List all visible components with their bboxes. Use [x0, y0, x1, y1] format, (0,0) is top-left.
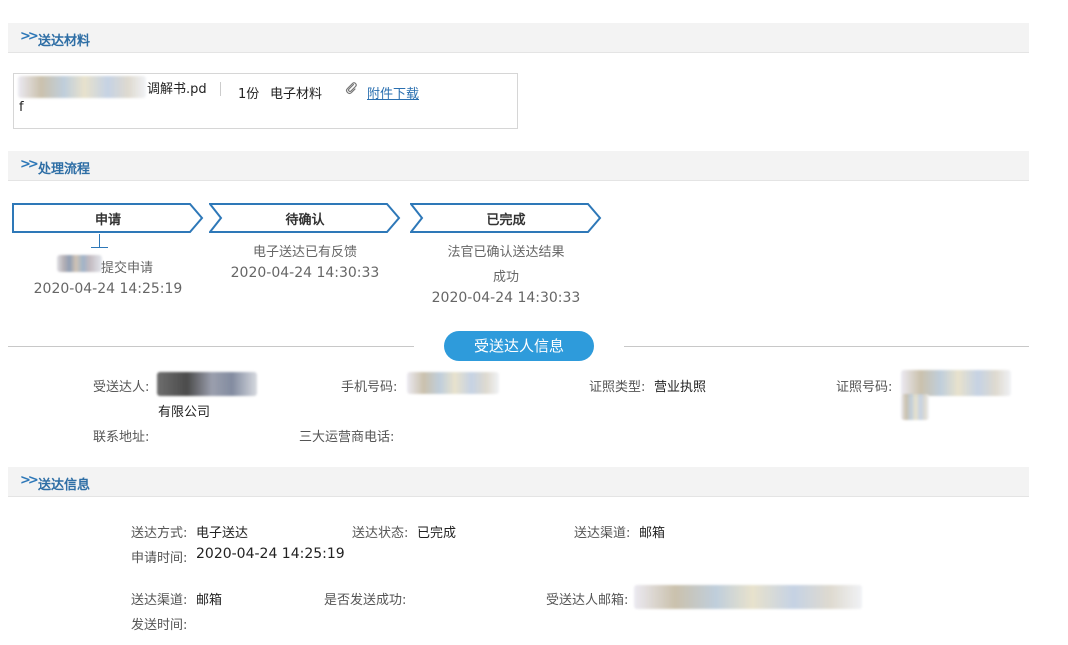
attachment-filename-wrap: f	[19, 100, 24, 115]
send-time-label: 发送时间:	[131, 618, 188, 633]
attachment-download-link[interactable]: 附件下载	[367, 83, 419, 102]
recipient-info-tab[interactable]: 受送达人信息	[444, 331, 594, 361]
attachment-box: 调解书.pd f 1份 电子材料 附件下载	[13, 73, 518, 129]
step-connector-cap	[91, 247, 108, 248]
delivery-channel-value: 邮箱	[639, 526, 666, 541]
phone-label: 手机号码:	[341, 380, 398, 395]
recipient-name-label: 受送达人:	[93, 380, 150, 395]
delivery-status-label: 送达状态:	[352, 526, 409, 541]
step-desc: 电子送达已有反馈	[252, 245, 357, 260]
attachment-type: 电子材料	[270, 87, 323, 102]
delivery-method-label: 送达方式:	[131, 526, 188, 541]
apply-time-value: 2020-04-24 14:25:19	[196, 546, 345, 562]
section-title: 送达材料	[38, 34, 91, 49]
step-label: 申请	[94, 213, 121, 228]
process-step-done: 已完成	[410, 203, 602, 233]
redacted-email	[634, 585, 862, 609]
chevron-double-right-icon: >>	[20, 473, 39, 488]
step-connector	[99, 234, 100, 248]
redacted-recipient-name	[157, 372, 257, 396]
step-label: 待确认	[285, 213, 325, 228]
attachment-filename: 调解书.pd	[147, 82, 207, 97]
section-title: 送达信息	[38, 478, 91, 493]
step-time: 2020-04-24 14:25:19	[33, 281, 183, 297]
apply-time-label: 申请时间:	[131, 551, 188, 566]
carrier-phone-label: 三大运营商电话:	[299, 430, 395, 445]
step-desc: 成功	[492, 270, 519, 285]
delivery-method-value: 电子送达	[196, 526, 249, 541]
process-step-apply: 申请	[12, 203, 204, 233]
step-desc: 提交申请	[101, 261, 154, 276]
paperclip-icon	[345, 81, 357, 99]
attachment-copies: 1份	[238, 87, 260, 102]
section-header-materials: >> 送达材料	[8, 23, 1029, 53]
divider-line-left	[8, 346, 414, 347]
divider-line-right	[624, 346, 1029, 347]
section-title: 处理流程	[38, 162, 91, 177]
process-step-pending: 待确认	[209, 203, 401, 233]
step-time: 2020-04-24 14:30:33	[431, 290, 581, 306]
step-time: 2020-04-24 14:30:33	[230, 265, 380, 281]
chevron-double-right-icon: >>	[20, 29, 39, 44]
divider	[220, 82, 221, 96]
delivery-channel2-label: 送达渠道:	[131, 593, 188, 608]
delivery-channel2-value: 邮箱	[196, 593, 223, 608]
redacted-id-number	[901, 370, 1011, 396]
redacted-phone	[407, 372, 499, 394]
section-header-delivery: >> 送达信息	[8, 467, 1029, 497]
id-number-label: 证照号码:	[836, 380, 893, 395]
id-type-label: 证照类型:	[589, 380, 646, 395]
id-type-value: 营业执照	[654, 380, 707, 395]
address-label: 联系地址:	[93, 430, 150, 445]
recipient-email-label: 受送达人邮箱:	[546, 593, 629, 608]
send-success-label: 是否发送成功:	[324, 593, 407, 608]
redacted-id-number-wrap	[901, 394, 929, 420]
delivery-status-value: 已完成	[417, 526, 457, 541]
chevron-double-right-icon: >>	[20, 157, 39, 172]
step-label: 已完成	[486, 213, 526, 228]
redacted-applicant	[57, 255, 102, 272]
step-desc: 法官已确认送达结果	[447, 245, 565, 260]
redacted-filename	[18, 76, 146, 98]
recipient-name-tail: 有限公司	[158, 405, 211, 420]
section-header-process: >> 处理流程	[8, 151, 1029, 181]
delivery-channel-label: 送达渠道:	[574, 526, 631, 541]
